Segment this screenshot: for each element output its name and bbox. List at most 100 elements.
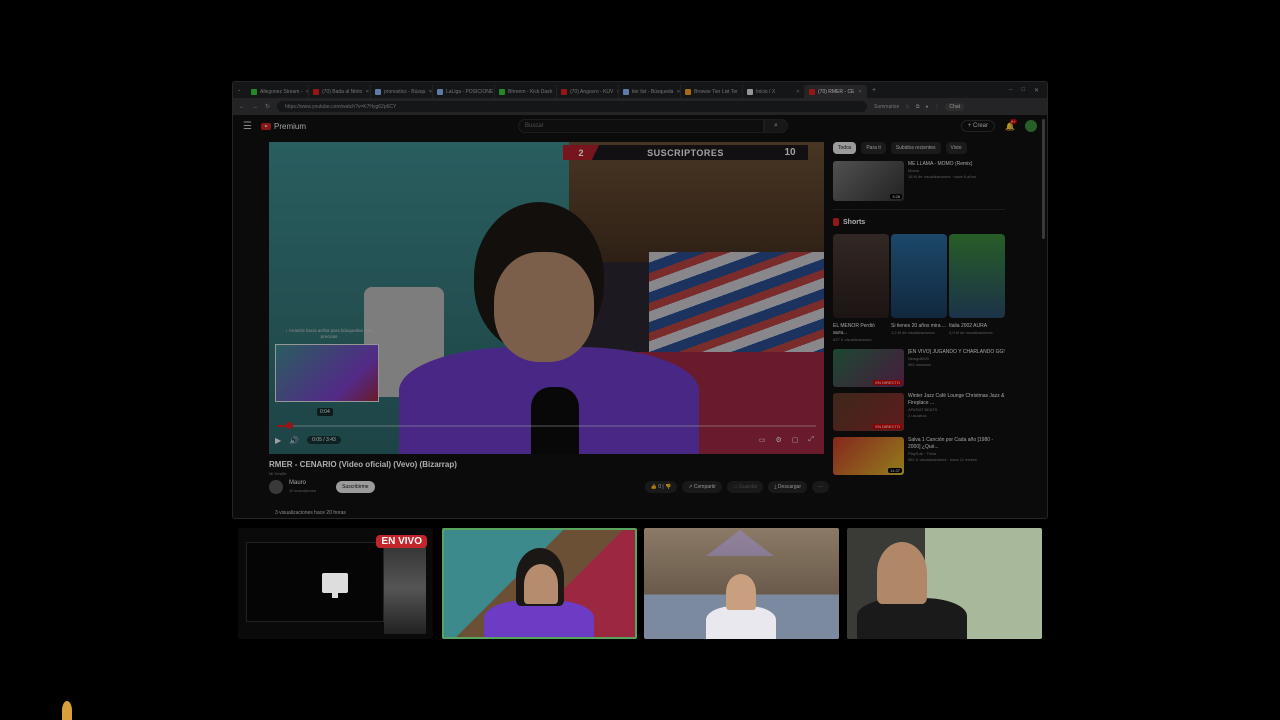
browser-tab[interactable]: (70) Bada al Nitrio ✕ <box>309 85 371 98</box>
filter-chip[interactable]: Subidos recientes <box>890 142 941 154</box>
recommended-video[interactable]: EN DIRECTO [EN VIVO] JUGANDO Y CHARLANDO … <box>833 349 1005 387</box>
tab-label: pronostics - Búsqu <box>384 88 426 95</box>
like-button[interactable]: 👍 0 | 👎 <box>644 481 678 493</box>
recommended-thumbnail[interactable]: 11:37 <box>833 437 904 475</box>
save-button[interactable]: ▭ Guardar <box>726 481 764 493</box>
youtube-page: ☰ Premium Buscar ⌕ + Crear 🔔 9+ 2 SUSCRI… <box>233 115 1047 518</box>
channel-name[interactable]: Mauro <box>289 480 316 487</box>
recommended-video[interactable]: 3:28 ME LLAMA - MOMO (Remix) Momo 18 M d… <box>833 161 1005 201</box>
video-player[interactable]: 2 SUSCRIPTORES 10 ↑ Arrastra hacia arrib… <box>269 142 824 454</box>
tab-list-icon[interactable]: ⌄ <box>237 87 247 93</box>
shorts-icon <box>833 218 839 226</box>
chat-button[interactable]: Chat <box>945 102 964 111</box>
tab-close-icon[interactable]: ✕ <box>676 89 680 95</box>
tab-favicon-icon <box>685 88 691 95</box>
live-list: EN DIRECTO [EN VIVO] JUGANDO Y CHARLANDO … <box>833 349 1005 475</box>
recommendations-sidebar: Todos Para ti Subidos recientes Visto 3:28 … <box>833 142 1005 475</box>
filter-chip[interactable]: Visto <box>945 142 967 154</box>
filter-chip[interactable]: Para ti <box>861 142 886 154</box>
volume-icon[interactable]: 🔊 <box>289 436 299 445</box>
short-title[interactable]: Italia 2002 AURA <box>949 323 1005 330</box>
subscriber-overlay: 2 SUSCRIPTORES 10 <box>563 145 808 160</box>
browser-tab[interactable]: (70) RMER - CE ✕ <box>805 85 867 98</box>
short-thumbnail[interactable] <box>833 234 889 318</box>
tab-close-icon[interactable]: ✕ <box>796 89 800 95</box>
browser-tab[interactable]: LaLiga - POSICIONE✕ <box>433 85 495 98</box>
profile-icon[interactable]: ● <box>925 104 928 110</box>
minimize-icon[interactable]: – <box>1009 87 1012 94</box>
share-button[interactable]: ↗ Compartir <box>682 481 722 493</box>
page-scrollbar[interactable] <box>1042 119 1045 239</box>
short-thumbnail[interactable] <box>949 234 1005 318</box>
yt-logo[interactable]: Premium <box>261 122 306 131</box>
browser-tab[interactable]: (70) Anguvro - KUV✕ <box>557 85 619 98</box>
shorts-title: Shorts <box>843 218 866 226</box>
browser-tab[interactable]: pronostics - Búsqu ✕ <box>371 85 433 98</box>
browser-tab[interactable]: Browse Tier List Ter✕ <box>681 85 743 98</box>
browser-tab[interactable]: Allegonez Stream -✕ <box>247 85 309 98</box>
channel-info: Mauro 10 suscriptores <box>289 480 316 494</box>
tab-favicon-icon <box>809 88 815 95</box>
webcam-person-head <box>726 574 756 610</box>
recommended-thumbnail[interactable]: EN DIRECTO <box>833 349 904 387</box>
maximize-icon[interactable]: □ <box>1021 87 1025 94</box>
reload-icon[interactable]: ↻ <box>265 103 270 110</box>
subtitles-icon[interactable]: ▭ <box>759 436 766 444</box>
hamburger-icon[interactable]: ☰ <box>243 121 261 132</box>
recommended-title[interactable]: Salva 1 Canción por Cada año [1980 - 200… <box>908 437 1005 451</box>
duration-badge: 3:28 <box>890 194 902 199</box>
scrubber-handle[interactable] <box>286 422 293 429</box>
search-input[interactable]: Buscar <box>518 119 765 133</box>
account-avatar[interactable] <box>1025 120 1037 132</box>
menu-icon[interactable]: ⋮ <box>934 104 939 110</box>
more-actions-icon[interactable]: ⋯ <box>812 481 829 493</box>
tab-close-icon[interactable]: ✕ <box>858 89 862 95</box>
like-count: 0 <box>658 484 661 490</box>
progress-bar[interactable] <box>277 425 816 427</box>
short-meta: EL MENOR Perdió aura... 637 K visualizaci… <box>833 323 889 343</box>
recommended-video[interactable]: 11:37 Salva 1 Canción por Cada año [1980 … <box>833 437 1005 475</box>
browser-tab[interactable]: Inicio / X ✕ <box>743 85 805 98</box>
settings-icon[interactable]: ⚙ <box>775 436 781 444</box>
browser-tab[interactable]: Bhreem - Kick Dash✕ <box>495 85 557 98</box>
tab-close-icon[interactable]: ✕ <box>428 89 432 95</box>
player-controls: ▶ 🔊 0:05 / 3:43 ▭ ⚙ ▢ ⤢ <box>275 433 814 447</box>
new-tab-button[interactable]: + <box>867 87 881 94</box>
scene-shelf <box>569 142 824 262</box>
create-label: Crear <box>973 123 989 129</box>
channel-avatar[interactable] <box>269 480 283 494</box>
extensions-icon[interactable]: ⧉ <box>916 104 920 110</box>
monitor-icon <box>322 573 348 593</box>
recommended-video[interactable]: EN DIRECTO Winter Jazz Café Lounge Christ… <box>833 393 1005 431</box>
neon-light <box>706 530 774 556</box>
browser-tab[interactable]: tier list - Búsqueda ✕ <box>619 85 681 98</box>
search-icon[interactable]: ⌕ <box>764 119 789 133</box>
shorts-header: Shorts <box>833 218 1005 226</box>
url-field[interactable]: https://www.youtube.com/watch?v=K7Hyg62p… <box>277 101 868 112</box>
tab-close-icon[interactable]: ✕ <box>365 89 369 95</box>
download-label: Descargar <box>777 484 801 490</box>
scrub-preview-time: 0:04 <box>317 408 333 416</box>
bell-icon[interactable]: 🔔 9+ <box>1005 118 1017 131</box>
create-button[interactable]: + Crear <box>960 120 996 132</box>
star-icon[interactable]: ☆ <box>905 104 909 110</box>
summarize-button[interactable]: Summarize <box>874 104 899 110</box>
forward-icon[interactable]: → <box>252 104 258 110</box>
close-window-icon[interactable]: ✕ <box>1034 87 1039 94</box>
play-icon[interactable]: ▶ <box>275 436 281 445</box>
short-title[interactable]: Si tienes 20 años mira ... <box>891 323 947 330</box>
tab-label: Allegonez Stream - <box>260 88 303 95</box>
filter-chip[interactable]: Todos <box>833 142 857 154</box>
recommended-thumbnail[interactable]: 3:28 <box>833 161 904 201</box>
back-icon[interactable]: ← <box>239 104 245 110</box>
short-title[interactable]: EL MENOR Perdió aura... <box>833 323 889 337</box>
fullscreen-icon[interactable]: ⤢ <box>808 436 814 444</box>
download-button[interactable]: ⤓ Descargar <box>768 481 807 493</box>
recommended-title[interactable]: [EN VIVO] JUGANDO Y CHARLANDO GG! <box>908 349 1005 356</box>
recommended-title[interactable]: Winter Jazz Café Lounge Christmas Jazz &… <box>908 393 1005 407</box>
recommended-thumbnail[interactable]: EN DIRECTO <box>833 393 904 431</box>
recommended-title[interactable]: ME LLAMA - MOMO (Remix) <box>908 161 976 168</box>
theater-icon[interactable]: ▢ <box>792 436 799 444</box>
short-thumbnail[interactable] <box>891 234 947 318</box>
subscribe-button[interactable]: Suscribirme <box>336 481 375 493</box>
